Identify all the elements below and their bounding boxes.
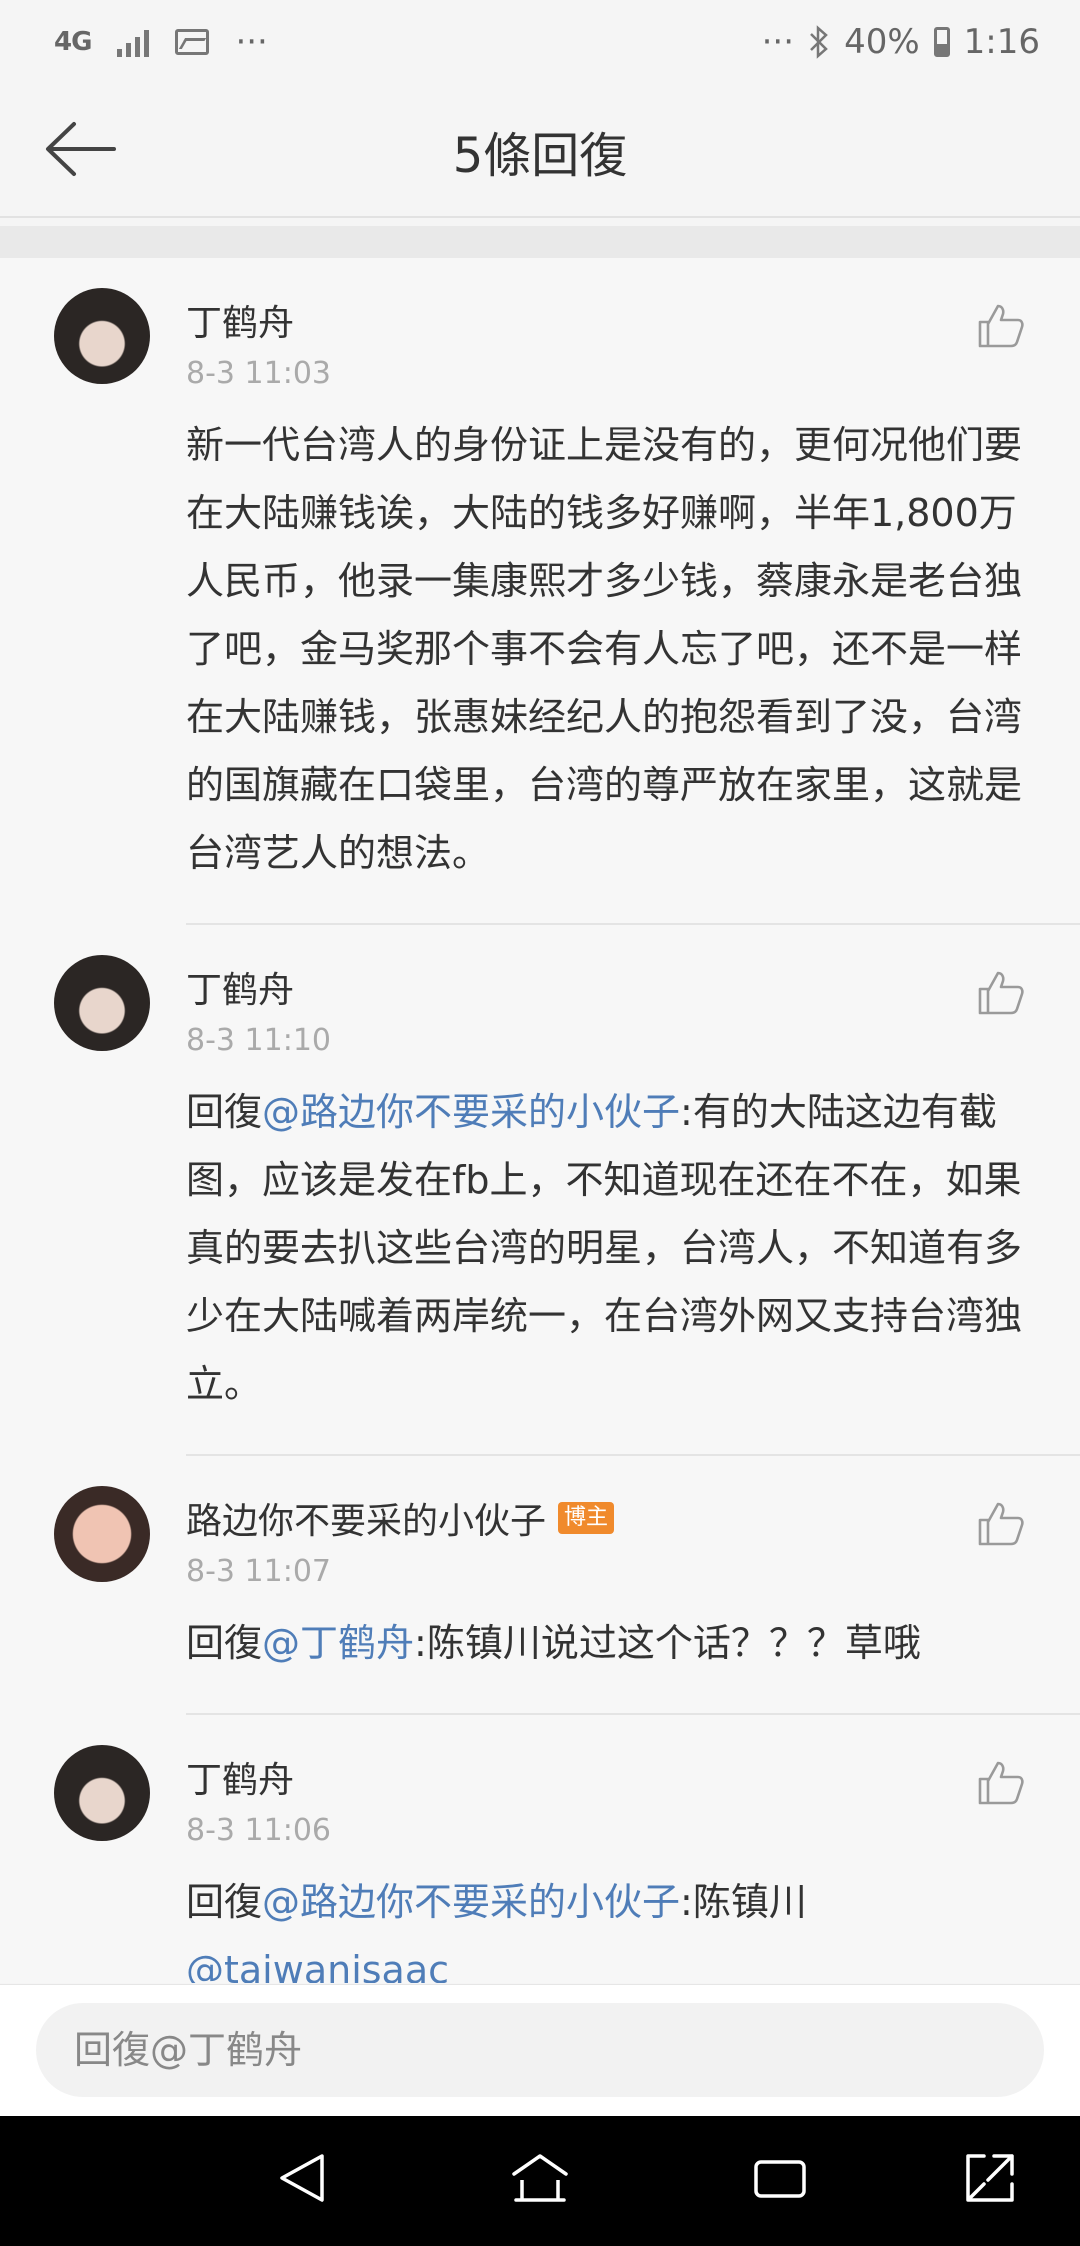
status-bar: 4G ··· ··· 40% 1:16	[0, 0, 1080, 88]
avatar[interactable]	[54, 1745, 150, 1841]
reply-input[interactable]: 回復@丁鹤舟	[36, 2003, 1044, 2097]
thumbs-up-icon[interactable]	[976, 1759, 1026, 1807]
mention-link[interactable]: @丁鹤舟	[262, 1621, 414, 1665]
reply-content: 回復@丁鹤舟:陈镇川说过这个话？？？草哦	[186, 1609, 1030, 1677]
username-row: 丁鹤舟	[186, 288, 1080, 346]
reply-content: 回復@路边你不要采的小伙子:陈镇川 @taiwanisaac	[186, 1868, 1030, 1983]
avatar[interactable]	[54, 1486, 150, 1582]
username-row: 丁鹤舟	[186, 955, 1080, 1013]
clock: 1:16	[963, 22, 1040, 62]
reply-text: :有的大陆这边有截图，应该是发在fb上，不知道现在还在不在，如果真的要去扒这些台…	[186, 1090, 1023, 1406]
reply-item[interactable]: 丁鹤舟 8-3 11:03 新一代台湾人的身份证上是没有的，更何况他们要在大陆赚…	[0, 258, 1080, 925]
reply-content: 新一代台湾人的身份证上是没有的，更何况他们要在大陆赚钱诶，大陆的钱多好赚啊，半年…	[186, 411, 1030, 887]
header-bar: 5條回復	[0, 88, 1080, 218]
thumbs-up-icon[interactable]	[976, 1500, 1026, 1548]
avatar[interactable]	[54, 288, 150, 384]
mention-link[interactable]: @taiwanisaac	[186, 1948, 449, 1983]
battery-icon	[933, 27, 950, 57]
system-navigation-bar	[0, 2116, 1080, 2246]
timestamp: 8-3 11:03	[186, 356, 331, 391]
reply-item[interactable]: 丁鹤舟 8-3 11:10 回復@路边你不要采的小伙子:有的大陆这边有截图，应该…	[0, 925, 1080, 1456]
reply-text: 新一代台湾人的身份证上是没有的，更何况他们要在大陆赚钱诶，大陆的钱多好赚啊，半年…	[186, 423, 1023, 875]
battery-percent: 40%	[844, 22, 920, 62]
reply-prefix: 回復	[186, 1880, 263, 1924]
reply-input-bar: 回復@丁鹤舟	[0, 1984, 1080, 2117]
timestamp: 8-3 11:07	[186, 1554, 331, 1589]
home-icon[interactable]	[508, 2150, 572, 2206]
image-notification-icon	[175, 29, 210, 55]
thumbs-up-icon[interactable]	[976, 969, 1026, 1017]
reply-prefix: 回復	[186, 1621, 263, 1665]
mention-link[interactable]: @路边你不要采的小伙子	[262, 1880, 680, 1924]
recents-icon[interactable]	[752, 2150, 808, 2206]
bluetooth-icon	[810, 25, 828, 59]
reply-text: :陈镇川	[680, 1880, 807, 1924]
mention-link[interactable]: @路边你不要采的小伙子	[262, 1090, 680, 1134]
reply-item[interactable]: 丁鹤舟 8-3 11:06 回復@路边你不要采的小伙子:陈镇川 @taiwanis…	[0, 1715, 1080, 1983]
section-divider	[0, 226, 1080, 258]
signal-icon	[117, 27, 150, 57]
reply-text: :陈镇川说过这个话？？？草哦	[414, 1621, 921, 1665]
username[interactable]: 丁鹤舟	[186, 961, 294, 1013]
reply-prefix: 回復	[186, 1090, 263, 1134]
author-badge: 博主	[558, 1502, 615, 1534]
reply-list[interactable]: 丁鹤舟 8-3 11:03 新一代台湾人的身份证上是没有的，更何况他们要在大陆赚…	[0, 258, 1080, 1983]
network-indicator: 4G	[54, 27, 92, 57]
username[interactable]: 丁鹤舟	[186, 1751, 294, 1803]
username-row: 路边你不要采的小伙子 博主	[186, 1486, 1080, 1544]
thumbs-up-icon[interactable]	[976, 302, 1026, 350]
reply-content: 回復@路边你不要采的小伙子:有的大陆这边有截图，应该是发在fb上，不知道现在还在…	[186, 1078, 1030, 1418]
username[interactable]: 路边你不要采的小伙子	[186, 1492, 546, 1544]
overflow-left-icon: ···	[235, 22, 268, 62]
reply-item[interactable]: 路边你不要采的小伙子 博主 8-3 11:07 回復@丁鹤舟:陈镇川说过这个话？…	[0, 1456, 1080, 1715]
expand-icon[interactable]	[962, 2150, 1018, 2206]
avatar[interactable]	[54, 955, 150, 1051]
triangle-back-icon[interactable]	[276, 2150, 328, 2206]
username[interactable]: 丁鹤舟	[186, 294, 294, 346]
timestamp: 8-3 11:06	[186, 1813, 331, 1848]
timestamp: 8-3 11:10	[186, 1023, 331, 1058]
username-row: 丁鹤舟	[186, 1745, 1080, 1803]
overflow-right-icon: ···	[761, 22, 795, 62]
page-title: 5條回復	[452, 128, 628, 184]
